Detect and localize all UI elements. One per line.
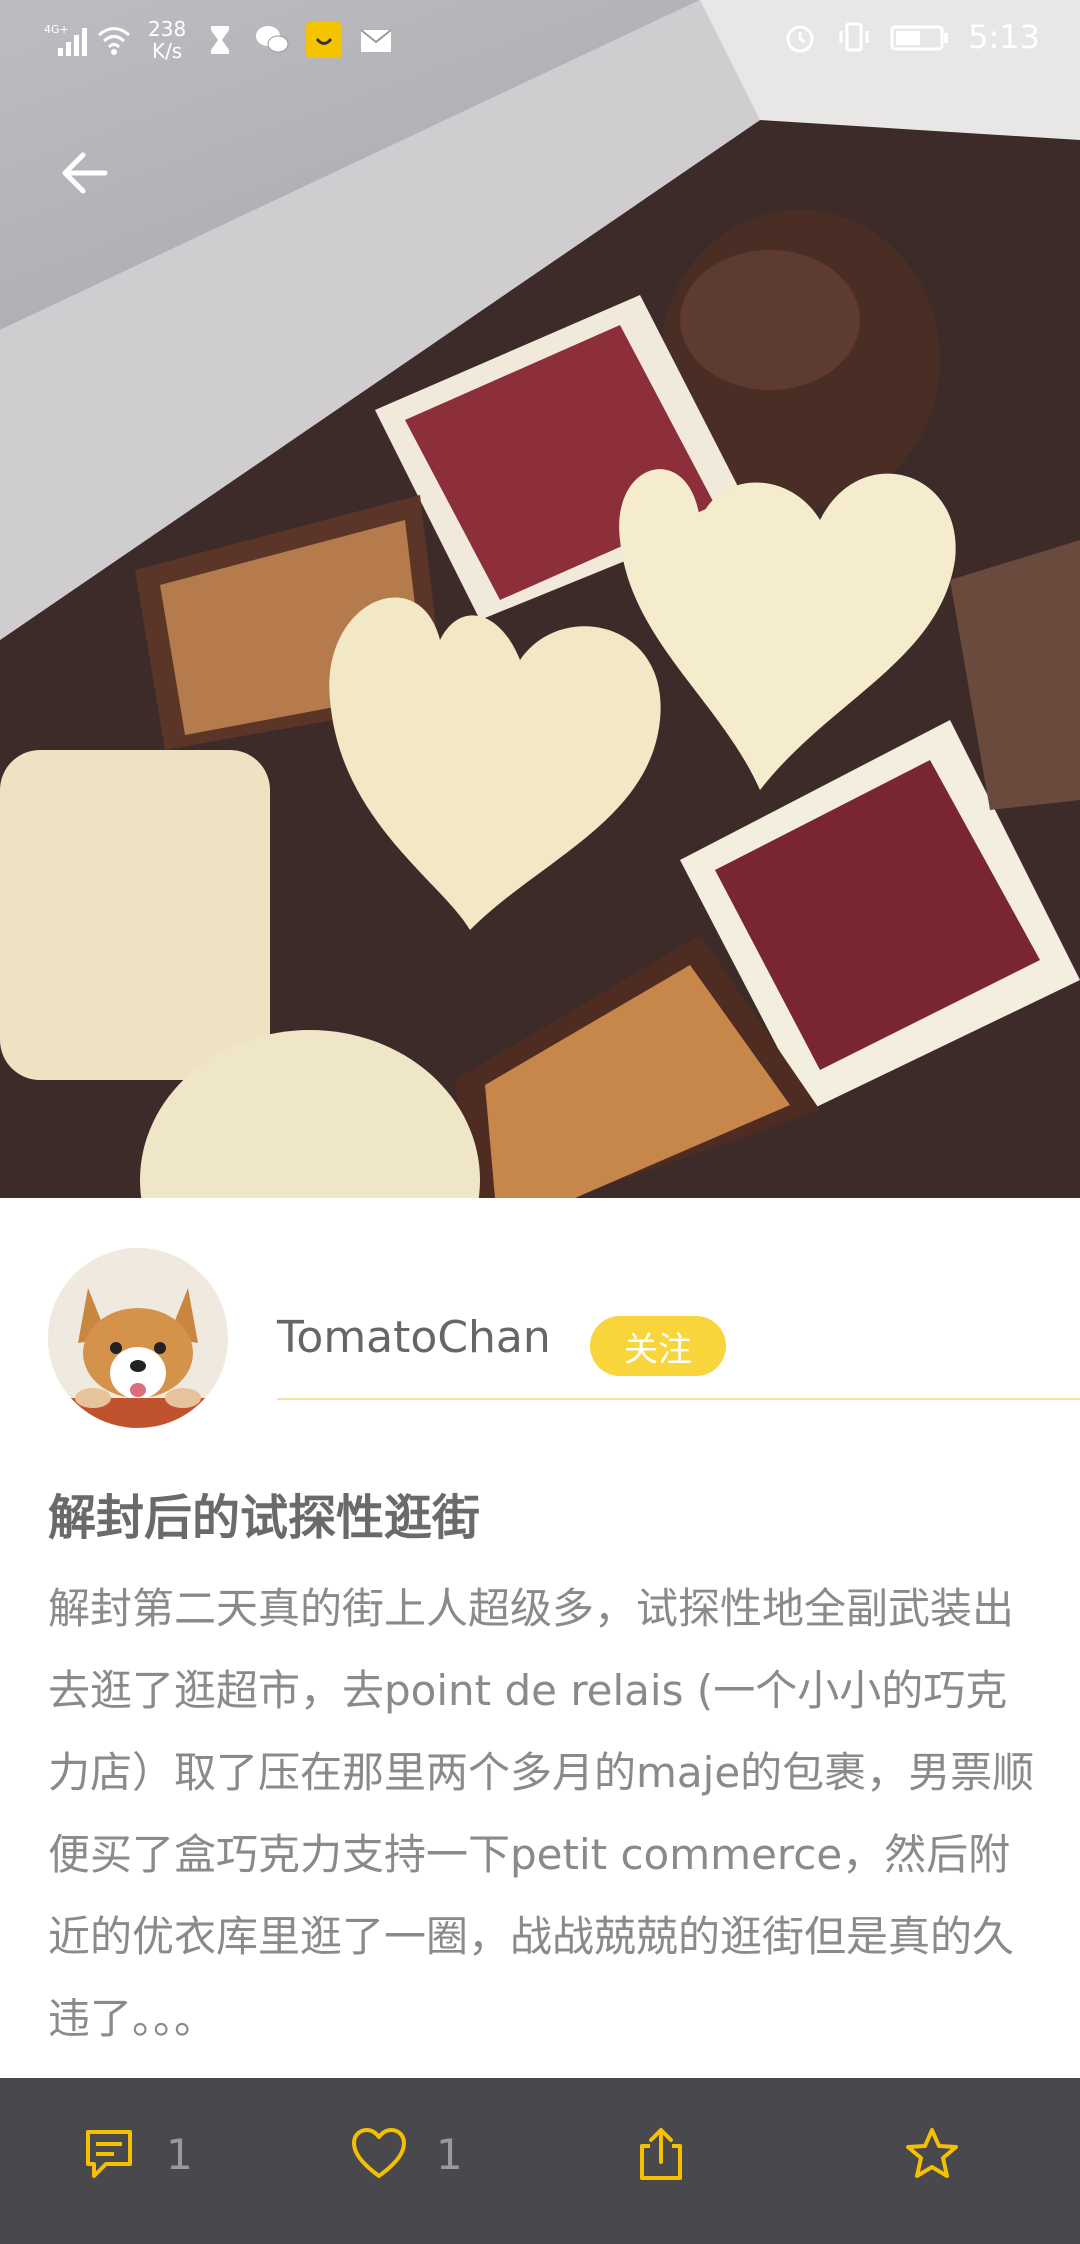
network-speed: 238 K/s [148,18,186,62]
author-row: TomatoChan 关注 [0,1248,1080,1428]
status-bar: 4G+ 238 K/s 5:13 [0,0,1080,86]
wifi-icon [96,22,132,58]
app-notification-icon [306,22,343,58]
post-title: 解封后的试探性逛街 [48,1490,481,1546]
network-speed-unit: K/s [151,39,183,63]
hourglass-icon [202,22,238,58]
clock-time: 5:13 [968,18,1040,56]
corgi-avatar-image [48,1248,228,1428]
mail-icon [358,22,394,58]
alarm-icon [782,19,818,55]
share-icon [640,2128,682,2180]
star-icon [906,2128,958,2178]
bottom-action-bar: 1 1 [0,2078,1080,2244]
heart-icon [352,2128,406,2178]
follow-button[interactable]: 关注 [590,1316,726,1376]
network-speed-value: 238 [148,17,187,41]
favorite-button[interactable] [904,2126,960,2182]
author-username[interactable]: TomatoChan [277,1312,551,1363]
comment-icon [86,2130,132,2178]
svg-text:4G+: 4G+ [44,23,69,36]
like-count: 1 [436,2129,463,2179]
comment-button[interactable]: 1 [80,2126,193,2182]
avatar[interactable] [48,1248,228,1428]
post-detail-screen: 4G+ 238 K/s 5:13 TomatoChan 关注 解封后的试探性逛街… [0,0,1080,2244]
hero-photo [0,0,1080,1198]
back-button[interactable] [50,138,120,208]
chocolate-box-illustration [0,0,1080,1198]
battery-icon [890,19,950,55]
cellular-signal-icon: 4G+ [44,22,87,58]
post-body: 解封第二天真的街上人超级多，试探性地全副武装出去逛了逛超市，去point de … [48,1584,1035,2043]
author-divider [277,1398,1080,1400]
wechat-icon [254,22,290,58]
comment-count: 1 [166,2129,193,2179]
arrow-left-icon [62,152,108,194]
share-button[interactable] [636,2126,686,2182]
vibrate-icon [836,19,872,55]
like-button[interactable]: 1 [350,2126,463,2182]
